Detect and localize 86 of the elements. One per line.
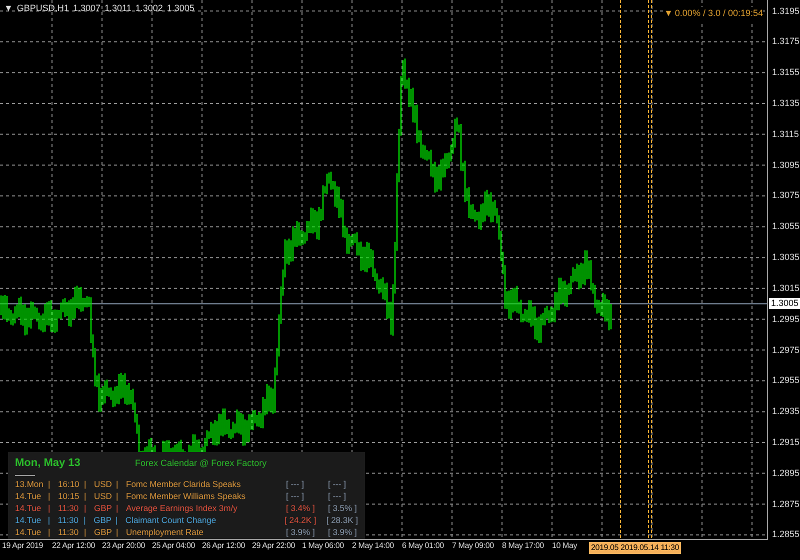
time-label: 7 May 09:00 xyxy=(452,540,495,552)
calendar-date: Mon, May 13 xyxy=(15,456,82,471)
event-time: 11:30 xyxy=(58,526,80,538)
separator: | xyxy=(84,526,88,538)
price-label: 1.3095 xyxy=(772,160,800,171)
price-label: 1.3075 xyxy=(772,190,800,202)
price-value: 1.3011 xyxy=(104,2,132,15)
price-label: 1.2875 xyxy=(772,498,800,510)
event-title: Fomc Member Williams Speaks xyxy=(126,490,246,502)
separator: | xyxy=(84,502,88,514)
price-label: 1.3155 xyxy=(772,67,800,78)
price-label: 1.3135 xyxy=(772,98,800,109)
event-currency: GBP xyxy=(94,526,113,538)
price-label: 1.3115 xyxy=(772,128,799,140)
event-forecast: [ 3.4% ] xyxy=(286,502,316,514)
event-previous: [ 28.3K ] xyxy=(326,514,358,526)
separator: | xyxy=(48,490,52,502)
time-label: 6 May 01:00 xyxy=(402,540,445,552)
time-label: 22 Apr 12:00 xyxy=(52,540,96,552)
menu-arrow-icon[interactable]: ▼ xyxy=(4,2,13,16)
time-label: 2 May 14:00 xyxy=(352,540,395,552)
event-title: Claimant Count Change xyxy=(125,514,218,526)
price-label: 1.2855 xyxy=(772,529,800,540)
time-label: 23 Apr 20:00 xyxy=(102,540,146,552)
event-day: 14.Tue xyxy=(15,502,48,514)
event-time: 11:30 xyxy=(58,502,80,514)
price-label: 1.3035 xyxy=(772,252,800,264)
time-label: 8 May 17:00 xyxy=(502,540,545,552)
event-forecast: [ --- ] xyxy=(286,490,305,502)
event-title: Average Earnings Index 3m/y xyxy=(126,502,238,514)
event-previous: [ 3.9% ] xyxy=(328,526,357,538)
price-label: 1.2935 xyxy=(772,406,800,418)
event-day: 14.Tue xyxy=(15,490,48,502)
separator: | xyxy=(84,514,87,526)
separator: | xyxy=(115,514,119,526)
price-value: 1.3002 xyxy=(135,2,163,15)
separator: | xyxy=(48,478,52,490)
current-price-label: 1.3005 xyxy=(769,298,800,310)
price-label: 1.2975 xyxy=(772,344,800,356)
separator: | xyxy=(116,490,120,502)
price-value: 1.3007 xyxy=(72,2,100,15)
cursor-time-label: 2019.05 2019.05.14 11:30 xyxy=(589,542,682,554)
event-currency: GBP xyxy=(94,502,113,514)
price-label: 1.2915 xyxy=(772,436,800,448)
event-time: 11:30 xyxy=(58,514,80,526)
separator: | xyxy=(48,514,52,526)
separator: | xyxy=(48,526,52,538)
price-label: 1.3055 xyxy=(772,221,800,232)
separator: | xyxy=(116,478,120,490)
event-title: Unemployment Rate xyxy=(126,526,204,538)
timer-text: 0.00% / 3.0 / 00:19:54 xyxy=(674,7,763,20)
event-previous: [ 3.5% ] xyxy=(328,502,357,514)
event-time: 10:15 xyxy=(58,490,80,502)
time-label: 19 Apr 2019 xyxy=(2,540,44,552)
time-label: 29 Apr 22:00 xyxy=(252,540,296,552)
separator: | xyxy=(84,478,88,490)
event-day: 14.Tue xyxy=(15,526,48,538)
time-label: 1 May 06:00 xyxy=(302,540,345,552)
event-previous: [ --- ] xyxy=(328,490,346,502)
event-forecast: [ 3.9% ] xyxy=(286,526,316,538)
event-title: Fomc Member Clarida Speaks xyxy=(126,478,242,490)
separator: | xyxy=(84,490,88,502)
price-label: 1.3015 xyxy=(772,282,800,294)
event-day: 13.Mon xyxy=(15,478,48,490)
event-time: 16:10 xyxy=(58,478,80,490)
price-value: 1.3005 xyxy=(166,2,194,15)
event-currency: USD xyxy=(94,478,113,490)
price-label: 1.2995 xyxy=(772,314,800,325)
separator: | xyxy=(48,502,52,514)
event-currency: USD xyxy=(94,490,113,502)
separator: | xyxy=(116,526,120,538)
time-label: 25 Apr 04:00 xyxy=(152,540,196,552)
separator: | xyxy=(116,502,120,514)
price-label: 1.3195 xyxy=(772,6,800,16)
event-previous: [ --- ] xyxy=(328,478,346,490)
calendar-source: Forex Calendar @ Forex Factory xyxy=(135,457,267,470)
event-currency: GBP xyxy=(94,514,113,526)
price-label: 1.2895 xyxy=(772,468,800,479)
event-day: 14.Tue xyxy=(15,514,48,526)
price-label: 1.2955 xyxy=(772,375,800,386)
down-arrow-icon: ▼ xyxy=(664,7,673,20)
time-label: 26 Apr 12:00 xyxy=(202,540,246,552)
event-forecast: [ --- ] xyxy=(286,478,305,490)
event-forecast: [ 24.2K ] xyxy=(284,514,318,526)
price-label: 1.3175 xyxy=(772,36,800,48)
symbol-label: GBPUSD,H1 xyxy=(16,2,69,15)
